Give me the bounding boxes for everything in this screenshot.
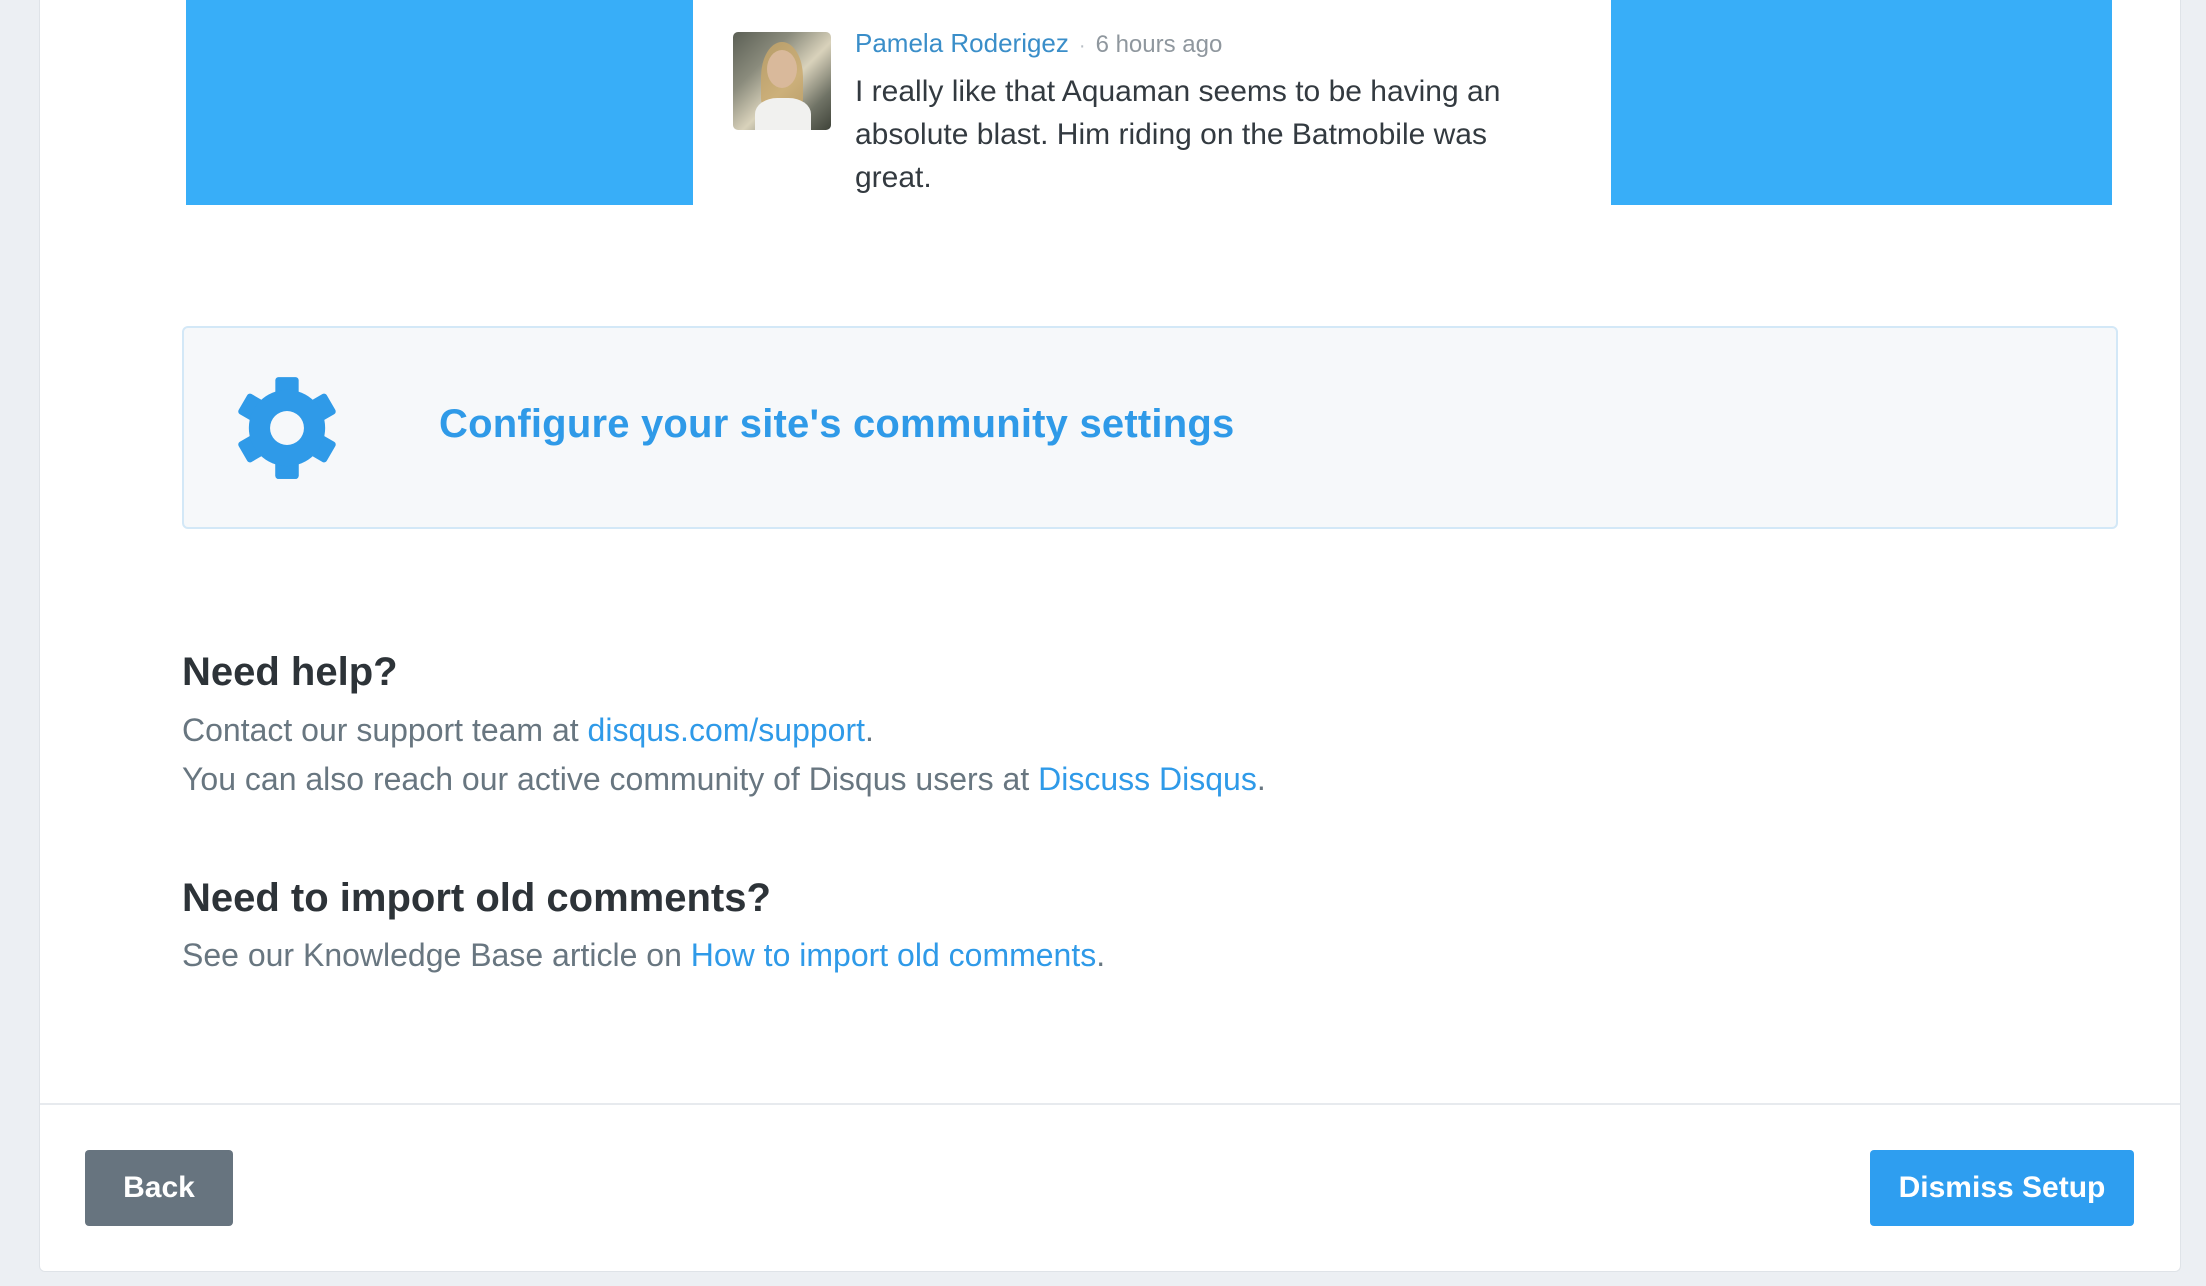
dismiss-setup-button[interactable]: Dismiss Setup [1870,1150,2134,1226]
configure-settings-link[interactable]: Configure your site's community settings [439,402,1234,447]
comment-text: I really like that Aquaman seems to be h… [855,75,1501,194]
comments-preview-image: Pamela Roderigez · 6 hours ago I really li… [186,0,2112,205]
support-link[interactable]: disqus.com/support [588,712,865,748]
configure-settings-link-box[interactable]: Configure your site's community settings [182,326,2118,529]
community-text: You can also reach our active community … [182,761,1266,797]
setup-card: Pamela Roderigez · 6 hours ago I really li… [39,0,2181,1272]
meta-separator: · [1078,35,1086,57]
discuss-disqus-link[interactable]: Discuss Disqus [1038,761,1257,797]
back-button[interactable]: Back [85,1150,233,1226]
comment-meta: Pamela Roderigez · 6 hours ago [855,28,1222,59]
gear-icon [238,377,336,479]
avatar [733,32,831,130]
import-comments-link[interactable]: How to import old comments [691,937,1096,973]
need-help-heading: Need help? [182,650,398,694]
import-info-text: See our Knowledge Base article on How to… [182,937,1106,973]
import-comments-heading: Need to import old comments? [182,876,771,920]
comment-timestamp: 6 hours ago [1095,31,1223,58]
preview-comment: Pamela Roderigez · 6 hours ago I really li… [693,0,1611,205]
footer-divider [40,1103,2180,1105]
support-contact-text: Contact our support team at disqus.com/s… [182,712,874,748]
comment-author: Pamela Roderigez [855,28,1069,58]
